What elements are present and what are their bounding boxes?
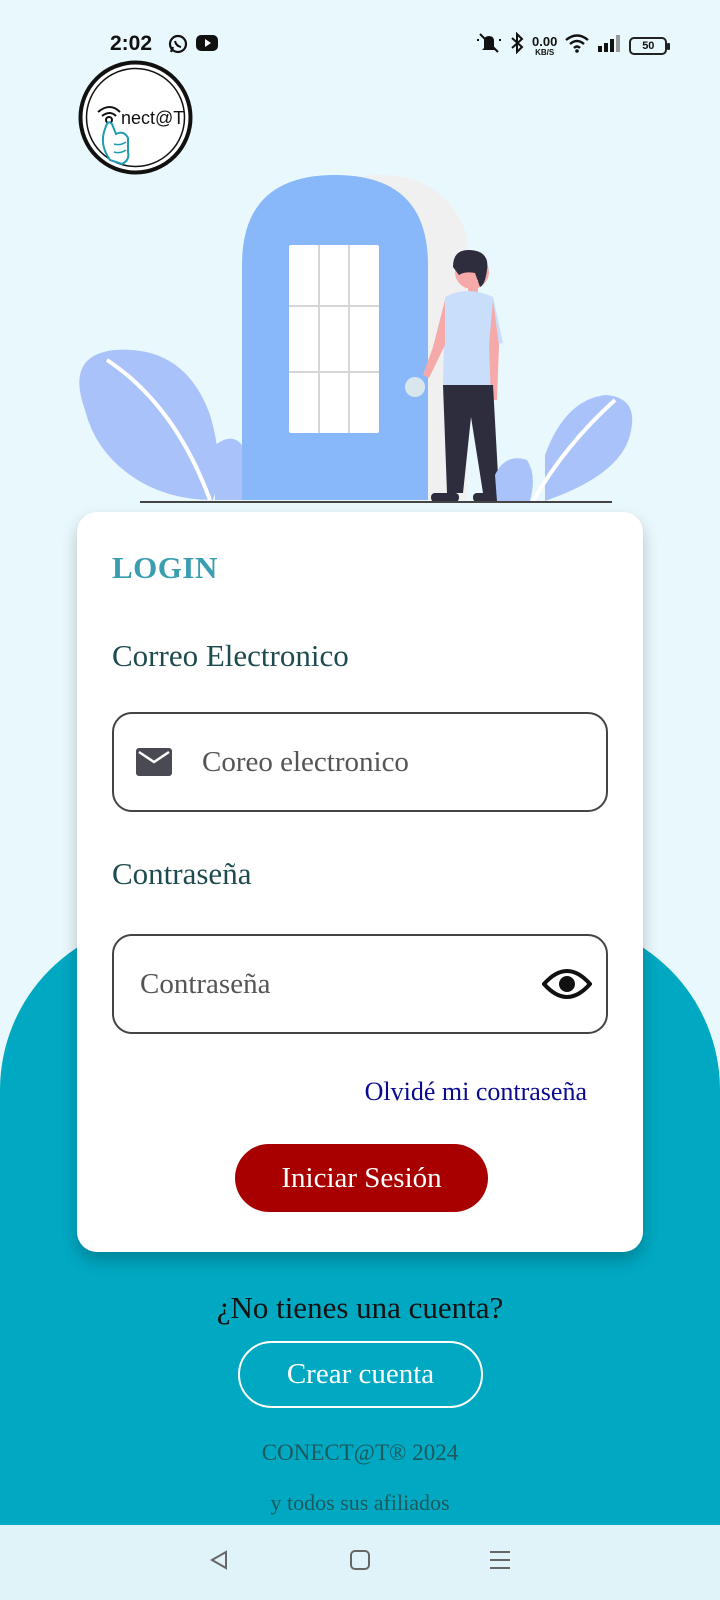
wifi-icon: [565, 33, 590, 58]
password-input[interactable]: Contraseña: [140, 968, 270, 1001]
password-label: Contraseña: [112, 856, 252, 891]
signal-icon: [597, 34, 621, 57]
eye-icon[interactable]: [541, 966, 593, 1007]
email-label: Correo Electronico: [112, 638, 349, 673]
youtube-icon: [196, 34, 218, 59]
login-button[interactable]: Iniciar Sesión: [235, 1144, 488, 1212]
login-card: LOGIN Correo Electronico Coreo electroni…: [77, 512, 643, 1252]
password-field[interactable]: Contraseña: [112, 934, 608, 1034]
login-title: LOGIN: [112, 550, 218, 585]
status-time: 2:02: [110, 32, 153, 55]
menu-icon[interactable]: [488, 1548, 512, 1577]
network-speed: 0.00 KB/S: [532, 33, 558, 57]
battery-icon: 50: [629, 36, 671, 55]
no-account-text: ¿No tienes una cuenta?: [216, 1290, 504, 1325]
copyright-text: CONECT@T® 2024: [261, 1440, 459, 1465]
logo-text: nect@T: [121, 108, 184, 128]
affiliates-text: y todos sus afiliados: [270, 1490, 450, 1515]
door-illustration: [75, 175, 645, 515]
conectat-logo: nect@T: [78, 60, 193, 175]
mail-icon: [136, 748, 172, 781]
forgot-password-link[interactable]: Olvidé mi contraseña: [365, 1077, 587, 1107]
bluetooth-icon: [510, 31, 524, 59]
mute-icon: [476, 32, 502, 59]
email-input[interactable]: Coreo electronico: [202, 746, 409, 779]
system-nav-bar: [0, 1525, 720, 1600]
email-field[interactable]: Coreo electronico: [112, 712, 608, 812]
back-icon[interactable]: [208, 1548, 232, 1577]
home-icon[interactable]: [348, 1548, 372, 1577]
whatsapp-icon: [168, 34, 188, 59]
create-account-button[interactable]: Crear cuenta: [238, 1341, 483, 1408]
